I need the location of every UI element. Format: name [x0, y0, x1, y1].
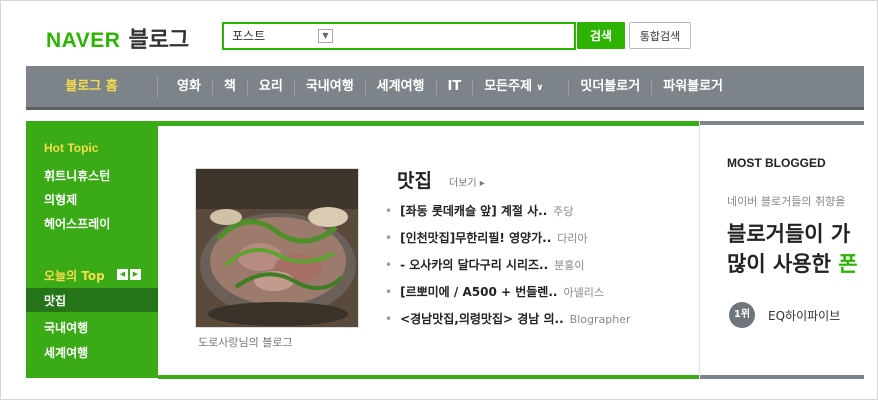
hot-topic-link[interactable]: 휘트니휴스턴 [44, 167, 110, 184]
today-top-pager: ◀ ▶ [117, 269, 141, 280]
naver-logo-text: NAVER [46, 29, 121, 52]
chevron-down-icon[interactable]: ▼ [318, 29, 333, 43]
chevron-down-icon: ∨ [536, 82, 544, 93]
post-title[interactable]: - 오사카의 달다구리 시리즈.. [400, 258, 548, 272]
today-top-title: 오늘의 Top [44, 269, 105, 283]
search-input[interactable] [339, 26, 568, 46]
rank-item-name[interactable]: EQ하이파이브 [768, 307, 840, 324]
next-arrow-icon[interactable]: ▶ [130, 269, 141, 280]
nav-blog-home[interactable]: 블로그 홈 [26, 66, 157, 107]
nav-item-power-blogger[interactable]: 파워블로거 [651, 78, 734, 95]
list-item[interactable]: • [인천맛집]무한리필! 영양가.. 다리아 [385, 229, 631, 256]
content-bottom-border [158, 375, 699, 379]
post-author[interactable]: Blographer [570, 313, 631, 326]
post-title[interactable]: [좌동 롯데캐슬 앞] 계절 사.. [400, 204, 547, 218]
nav-item-domestic-travel[interactable]: 국내여행 [293, 78, 365, 95]
hot-topic-link[interactable]: 헤어스프레이 [44, 215, 110, 232]
post-author[interactable]: 다리아 [557, 232, 587, 245]
post-author[interactable]: 주당 [553, 205, 573, 218]
most-blogged-subtitle: 네이버 블로거들의 취향을 [727, 195, 846, 208]
post-title[interactable]: [인천맛집]무한리필! 영양가.. [400, 231, 551, 245]
today-top-link[interactable]: 세계여행 [44, 344, 88, 361]
post-title[interactable]: <경남맛집,의령맛집> 경남 의.. [400, 312, 564, 326]
nav-divider [157, 76, 158, 98]
hot-topic-link[interactable]: 의형제 [44, 191, 77, 208]
chevron-right-icon: ▸ [479, 178, 485, 189]
today-top-link[interactable]: 국내여행 [44, 319, 88, 336]
nav-item-world-travel[interactable]: 세계여행 [364, 78, 436, 95]
list-item[interactable]: • <경남맛집,의령맛집> 경남 의.. Blographer [385, 310, 631, 337]
most-blogged-headline-1: 블로거들이 가 [727, 222, 851, 246]
most-blogged-headline-2: 많이 사용한 폰 [727, 248, 858, 278]
more-link-label: 더보기 [449, 178, 477, 189]
category-nav: 블로그 홈 영화 책 요리 국내여행 세계여행 IT 모든주제 ∨ 밋더블로거 파… [26, 66, 864, 110]
nav-item-all-topics[interactable]: 모든주제 ∨ [472, 78, 554, 95]
blog-logo-text: 블로그 [128, 28, 190, 53]
list-item[interactable]: • [좌동 롯데캐슬 앞] 계절 사.. 주당 [385, 202, 631, 229]
post-title[interactable]: [르뽀미에 / A500 + 번들렌.. [400, 285, 557, 299]
nav-item-book[interactable]: 책 [211, 78, 247, 95]
most-blogged-title: MOST BLOGGED [727, 156, 826, 170]
hot-topic-title: Hot Topic [44, 141, 99, 155]
more-link[interactable]: 더보기 ▸ [449, 174, 485, 189]
nav-item-cooking[interactable]: 요리 [246, 78, 294, 95]
headline-highlight: 폰 [838, 252, 858, 276]
bullet-icon: • [385, 258, 393, 272]
post-author[interactable]: 아넬리스 [563, 286, 603, 299]
post-author[interactable]: 분홍이 [554, 259, 584, 272]
list-item[interactable]: • [르뽀미에 / A500 + 번들렌.. 아넬리스 [385, 283, 631, 310]
thumbnail-caption[interactable]: 도로사랑님의 블로그 [198, 334, 293, 350]
right-divider [699, 121, 700, 379]
naver-blog-logo[interactable]: NAVER 블로그 [46, 22, 189, 54]
bullet-icon: • [385, 204, 393, 218]
search-scope-select[interactable]: 포스트 [232, 27, 265, 44]
search-box: 포스트 ▼ [222, 22, 576, 50]
right-bottom-border [699, 375, 864, 379]
bullet-icon: • [385, 285, 393, 299]
today-top-link-active[interactable]: 맛집 [44, 292, 66, 309]
post-list: • [좌동 롯데캐슬 앞] 계절 사.. 주당 • [인천맛집]무한리필! 영양가..… [385, 202, 631, 337]
total-search-button[interactable]: 통합검색 [629, 22, 691, 49]
search-button[interactable]: 검색 [577, 22, 625, 49]
bullet-icon: • [385, 231, 393, 245]
rank-badge: 1위 [729, 302, 755, 328]
nav-item-movie[interactable]: 영화 [166, 79, 212, 95]
nav-item-it[interactable]: IT [435, 78, 473, 95]
prev-arrow-icon[interactable]: ◀ [117, 269, 128, 280]
post-thumbnail[interactable] [195, 168, 359, 328]
topic-sidebar: Hot Topic 휘트니휴스턴 의형제 헤어스프레이 오늘의 Top ◀ ▶ … [26, 121, 158, 378]
nav-item-all-topics-label: 모든주제 [484, 78, 533, 94]
list-item[interactable]: • - 오사카의 달다구리 시리즈.. 분홍이 [385, 256, 631, 283]
bullet-icon: • [385, 312, 393, 326]
headline-text: 많이 사용한 [727, 252, 839, 276]
content-top-border [158, 121, 699, 126]
right-top-border [699, 121, 864, 125]
topic-title: 맛집 [397, 170, 432, 192]
nav-item-meet-blogger[interactable]: 밋더블로거 [568, 78, 651, 95]
nav-items: 영화 책 요리 국내여행 세계여행 IT 모든주제 ∨ 밋더블로거 파워블로거 [166, 66, 734, 107]
